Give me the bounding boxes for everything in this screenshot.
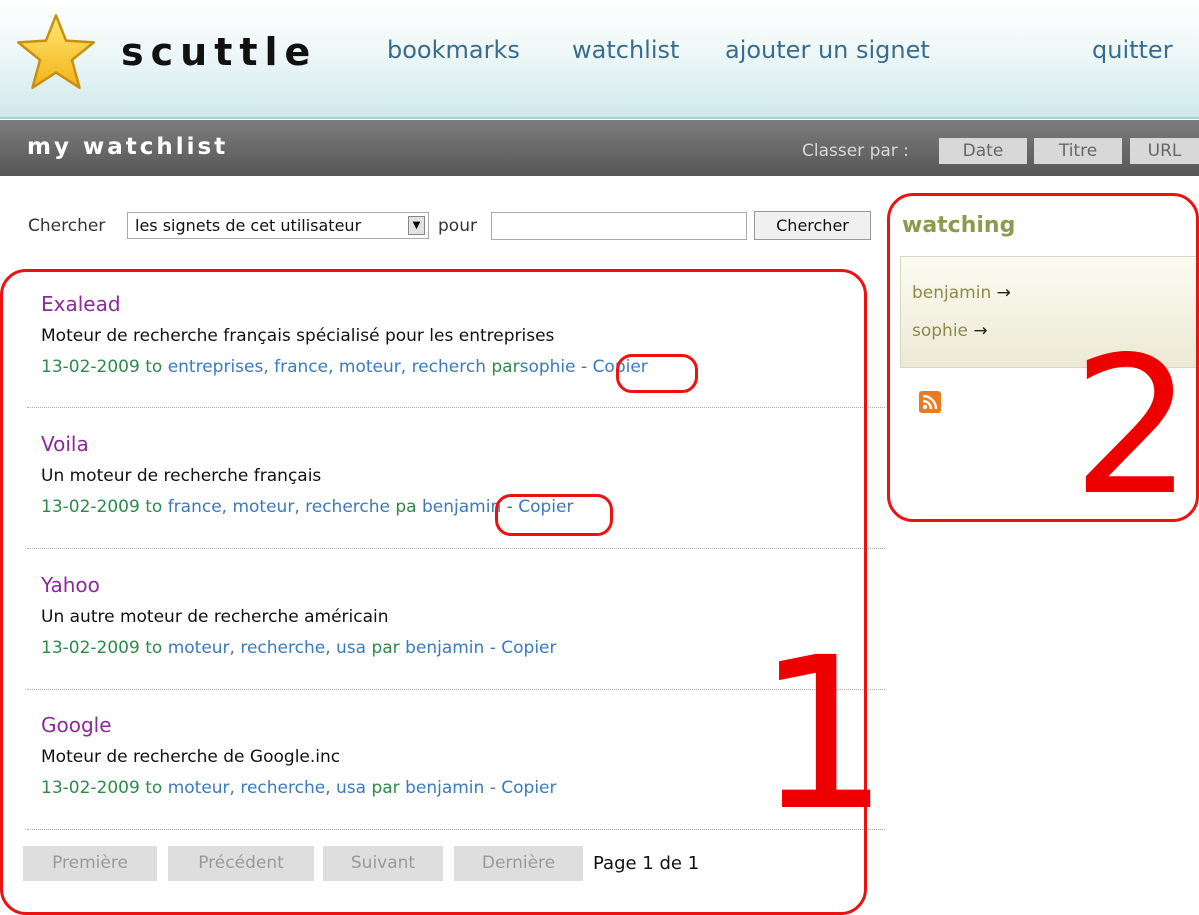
dropdown-arrow-icon[interactable]: ▼ [408,216,425,235]
annotation-number-2: 2 [1072,316,1193,537]
annotation-circle-benjamin [495,494,613,536]
annotation-box-1 [0,269,867,915]
nav-bookmarks[interactable]: bookmarks [387,36,520,64]
search-label: Chercher [28,216,106,236]
annotation-number-1: 1 [756,612,890,857]
search-button[interactable]: Chercher [754,211,871,240]
star-logo-icon[interactable] [14,12,98,92]
quit-link[interactable]: quitter [1092,36,1173,64]
site-name[interactable]: scuttle [121,30,317,74]
annotation-circle-sophie [616,354,698,393]
page-title: my watchlist [27,134,229,160]
sort-title-button[interactable]: Titre [1034,138,1122,164]
sort-date-button[interactable]: Date [939,138,1027,164]
search-input[interactable] [491,212,747,240]
nav-watchlist[interactable]: watchlist [572,36,679,64]
sort-label: Classer par : [802,141,909,161]
nav-add-bookmark[interactable]: ajouter un signet [725,36,930,64]
sort-url-button[interactable]: URL [1130,138,1199,164]
search-for-label: pour [438,216,477,236]
search-scope-value: les signets de cet utilisateur [135,216,362,235]
search-scope-select[interactable]: les signets de cet utilisateur ▼ [127,212,429,239]
